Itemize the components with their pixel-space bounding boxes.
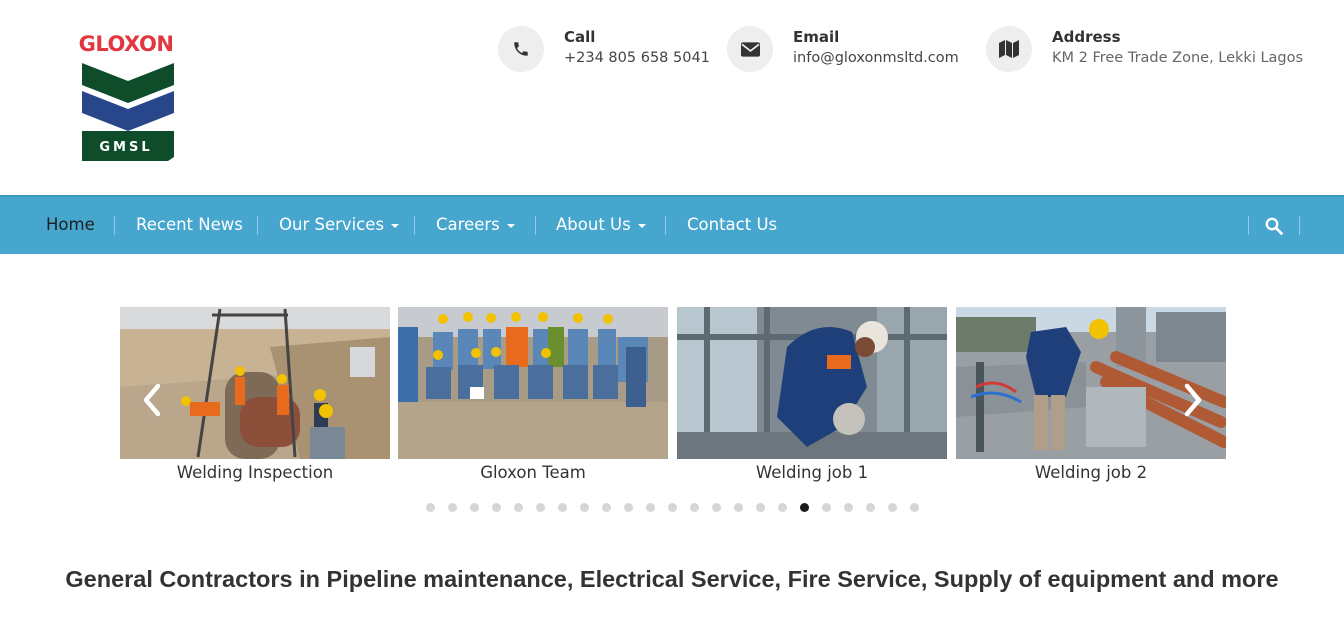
email-label: Email	[793, 28, 840, 46]
nav-home[interactable]: Home	[46, 197, 95, 254]
slide-caption: Welding Inspection	[176, 463, 334, 482]
carousel-dot[interactable]	[800, 503, 809, 512]
slide-caption: Welding job 2	[1034, 463, 1148, 482]
caret-down-icon	[506, 223, 515, 228]
nav-our-services-label: Our Services	[279, 215, 385, 234]
carousel-dot[interactable]	[580, 503, 589, 512]
carousel-dot[interactable]	[536, 503, 545, 512]
nav-contact-us[interactable]: Contact Us	[687, 197, 777, 254]
carousel-dot[interactable]	[866, 503, 875, 512]
nav-divider	[665, 216, 666, 235]
carousel-dot[interactable]	[734, 503, 743, 512]
map-icon	[986, 26, 1032, 72]
nav-about-us[interactable]: About Us	[556, 197, 646, 254]
nav-divider	[257, 216, 258, 235]
phone-icon	[498, 26, 544, 72]
carousel-dot[interactable]	[492, 503, 501, 512]
chevron-right-icon	[1184, 383, 1202, 417]
slide-caption: Welding job 1	[755, 463, 869, 482]
carousel-dot[interactable]	[712, 503, 721, 512]
caret-down-icon	[391, 223, 400, 228]
call-label: Call	[564, 28, 596, 46]
slide-caption: Gloxon Team	[480, 463, 586, 482]
slide-photo	[677, 307, 947, 459]
chevron-left-icon	[143, 383, 161, 417]
carousel-dot[interactable]	[668, 503, 677, 512]
site-logo[interactable]: GLOXON GMSL	[76, 30, 180, 164]
email-value[interactable]: info@gloxonmsltd.com	[793, 47, 959, 69]
carousel-dot[interactable]	[910, 503, 919, 512]
nav-about-us-label: About Us	[556, 215, 631, 234]
carousel-dot[interactable]	[756, 503, 765, 512]
address-label: Address	[1052, 28, 1121, 46]
carousel-dot[interactable]	[602, 503, 611, 512]
search-button[interactable]	[1249, 197, 1299, 254]
carousel-dot[interactable]	[778, 503, 787, 512]
carousel-prev-button[interactable]	[140, 382, 164, 418]
carousel-pagination	[426, 503, 932, 512]
carousel-slide[interactable]: Welding job 1	[677, 307, 947, 483]
carousel-dot[interactable]	[822, 503, 831, 512]
carousel-slide[interactable]: Gloxon Team	[398, 307, 668, 483]
carousel-dot[interactable]	[690, 503, 699, 512]
address-value: KM 2 Free Trade Zone, Lekki Lagos	[1052, 50, 1304, 66]
logo-sub-text: GMSL	[99, 140, 153, 155]
carousel-dot[interactable]	[624, 503, 633, 512]
main-navbar: Home Recent News Our Services Careers Ab…	[0, 195, 1344, 254]
nav-divider	[114, 216, 115, 235]
slide-photo	[398, 307, 668, 459]
carousel-dot[interactable]	[426, 503, 435, 512]
nav-divider	[1299, 216, 1300, 235]
caret-down-icon	[637, 223, 646, 228]
carousel-dot[interactable]	[646, 503, 655, 512]
nav-divider	[414, 216, 415, 235]
carousel-dot[interactable]	[448, 503, 457, 512]
carousel-dot[interactable]	[514, 503, 523, 512]
envelope-icon	[727, 26, 773, 72]
nav-our-services[interactable]: Our Services	[279, 197, 400, 254]
nav-recent-news[interactable]: Recent News	[136, 197, 243, 254]
carousel-dot[interactable]	[558, 503, 567, 512]
contact-address: Address KM 2 Free Trade Zone, Lekki Lago…	[986, 26, 1303, 72]
contact-call: Call +234 805 658 5041	[498, 26, 710, 72]
nav-careers[interactable]: Careers	[436, 197, 515, 254]
logo-brand-text: GLOXON	[78, 32, 174, 56]
nav-careers-label: Careers	[436, 215, 500, 234]
nav-divider	[535, 216, 536, 235]
carousel-dot[interactable]	[470, 503, 479, 512]
contact-email: Email info@gloxonmsltd.com	[727, 26, 959, 72]
call-value[interactable]: +234 805 658 5041	[564, 47, 710, 69]
carousel-dot[interactable]	[844, 503, 853, 512]
page-tagline: General Contractors in Pipeline maintena…	[65, 566, 1279, 592]
carousel-next-button[interactable]	[1181, 382, 1205, 418]
search-icon	[1265, 217, 1283, 235]
carousel-dot[interactable]	[888, 503, 897, 512]
